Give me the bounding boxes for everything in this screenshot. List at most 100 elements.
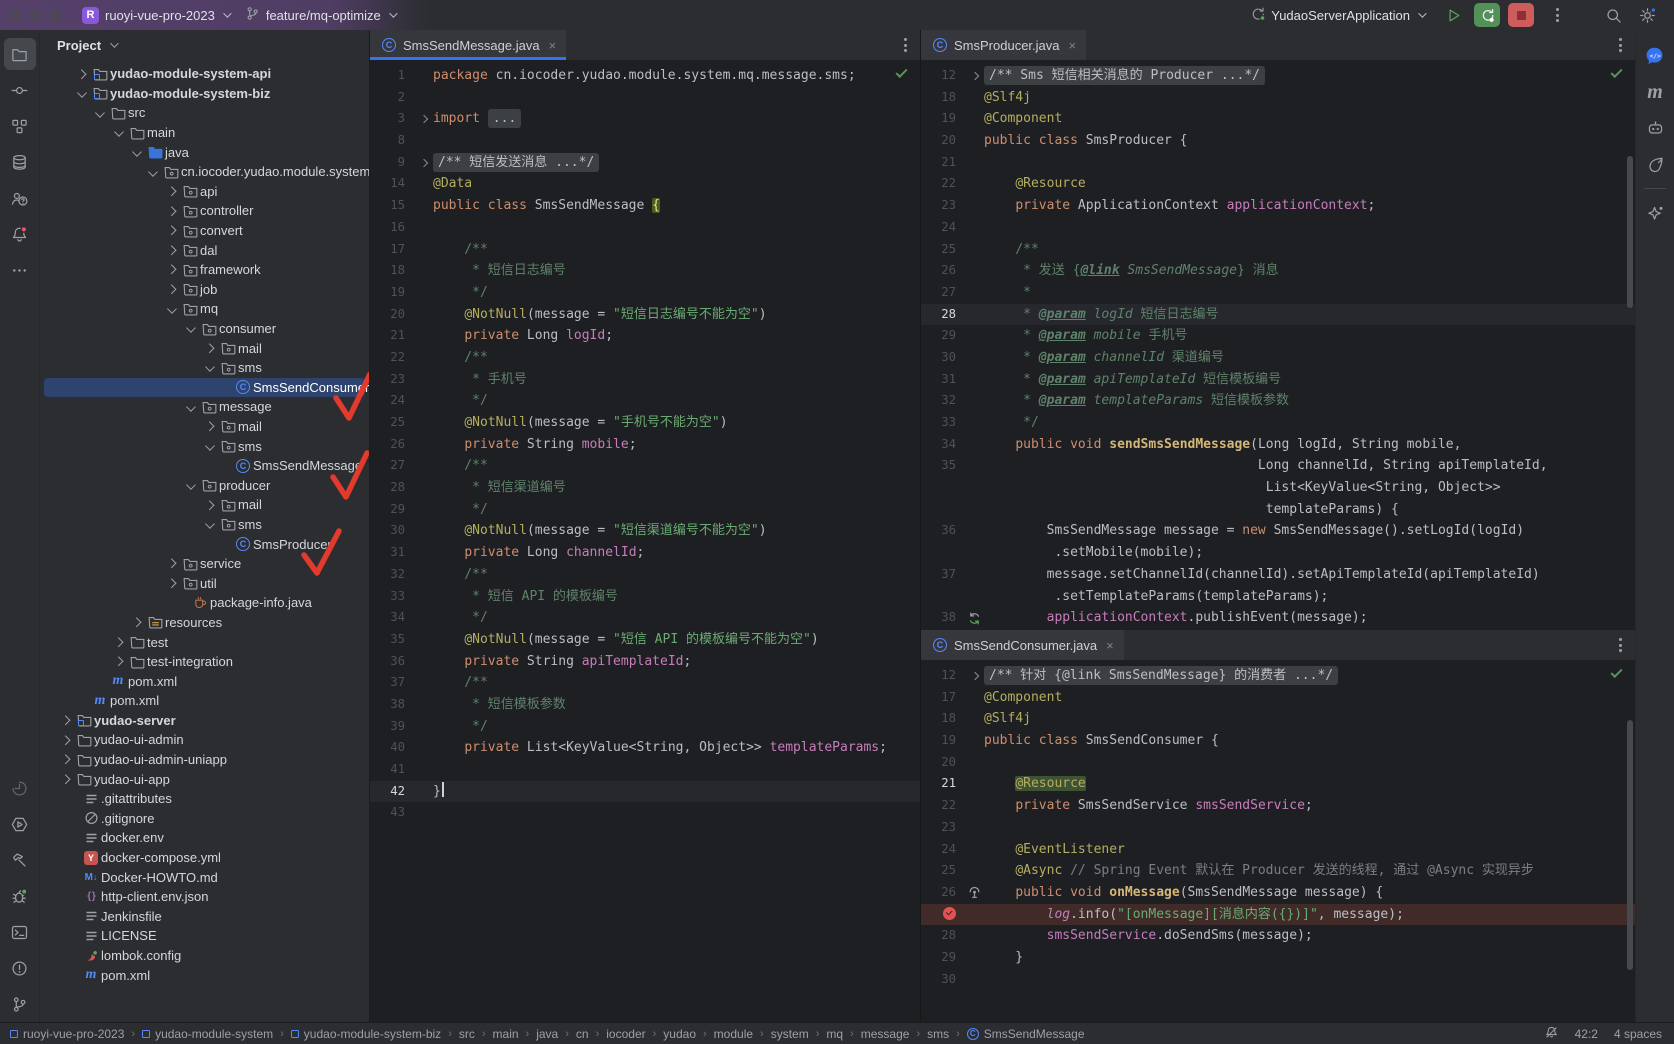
tree-item-smsproducer[interactable]: CSmsProducer — [40, 534, 369, 554]
code-line-12[interactable]: 12/** Sms 短信相关消息的 Producer ...*/ — [921, 65, 1635, 87]
code-line-wrap[interactable]: .setMobile(mobile); — [921, 542, 1635, 564]
commit-icon[interactable] — [4, 74, 36, 106]
code-line-33[interactable]: 33 */ — [921, 412, 1635, 434]
code-line-32[interactable]: 32 /** — [370, 564, 920, 586]
notifications-icon[interactable] — [4, 218, 36, 250]
fold-chevron-icon[interactable] — [414, 152, 433, 174]
code-line-36[interactable]: 36 private String apiTemplateId; — [370, 651, 920, 673]
tree-item-http-client-env-json[interactable]: { }http-client.env.json — [40, 887, 369, 907]
code-line-36[interactable]: 36 SmsSendMessage message = new SmsSendM… — [921, 520, 1635, 542]
code-line-26[interactable]: 26 public void onMessage(SmsSendMessage … — [921, 882, 1635, 904]
breadcrumb-ruoyi-vue-pro-2023[interactable]: ruoyi-vue-pro-2023 — [10, 1027, 124, 1041]
folded-region[interactable]: /** Sms 短信相关消息的 Producer ...*/ — [984, 66, 1265, 85]
tree-item-sms[interactable]: sms — [40, 515, 369, 535]
code-line-35[interactable]: 35 @NotNull(message = "短信 API 的模板编号不能为空"… — [370, 629, 920, 651]
code-line-1[interactable]: 1package cn.iocoder.yudao.module.system.… — [370, 65, 920, 87]
tree-item-package-info-java[interactable]: package-info.java — [40, 593, 369, 613]
chevron-closed-icon[interactable] — [163, 188, 180, 195]
chevron-closed-icon[interactable] — [57, 717, 74, 724]
inspections-ok-icon[interactable] — [1611, 669, 1622, 675]
more-actions-button[interactable] — [1542, 8, 1572, 22]
code-line-38[interactable]: 38 applicationContext.publishEvent(messa… — [921, 607, 1635, 629]
code-line-42[interactable]: 42} — [370, 781, 920, 803]
code-line-30[interactable]: 30 — [921, 969, 1635, 991]
chevron-open-icon[interactable] — [128, 149, 145, 156]
tree-item-api[interactable]: api — [40, 182, 369, 202]
chevron-closed-icon[interactable] — [163, 208, 180, 215]
tree-item-yudao-ui-admin[interactable]: yudao-ui-admin — [40, 730, 369, 750]
tab-smssendmessage[interactable]: C SmsSendMessage.java × — [370, 30, 566, 60]
tree-item-yudao-ui-app[interactable]: yudao-ui-app — [40, 769, 369, 789]
tab-smsproducer[interactable]: C SmsProducer.java × — [921, 30, 1086, 60]
tree-item-yudao-ui-admin-uniapp[interactable]: yudao-ui-admin-uniapp — [40, 750, 369, 770]
chevron-closed-icon[interactable] — [163, 247, 180, 254]
tree-item-sms[interactable]: sms — [40, 436, 369, 456]
breadcrumb-module[interactable]: module — [714, 1027, 753, 1041]
code-line-24[interactable]: 24 @EventListener — [921, 839, 1635, 861]
breadcrumb-yudao[interactable]: yudao — [663, 1027, 696, 1041]
editor-smssendconsumer[interactable]: 12/** 针对 {@link SmsSendMessage} 的消费者 ...… — [921, 660, 1635, 1022]
code-line-12[interactable]: 12/** 针对 {@link SmsSendMessage} 的消费者 ...… — [921, 665, 1635, 687]
scrollbar-thumb[interactable] — [1627, 720, 1633, 970]
chevron-closed-icon[interactable] — [110, 658, 127, 665]
code-line-26[interactable]: 26 private String mobile; — [370, 434, 920, 456]
tree-item-src[interactable]: src — [40, 103, 369, 123]
chevron-open-icon[interactable] — [182, 482, 199, 489]
code-line-27[interactable]: log.info("[onMessage][消息内容({})]", messag… — [921, 904, 1635, 926]
code-line-20[interactable]: 20 @NotNull(message = "短信日志编号不能为空") — [370, 304, 920, 326]
bot-icon[interactable] — [1639, 112, 1671, 144]
tree-item-message[interactable]: message — [40, 397, 369, 417]
code-line-wrap[interactable]: List<KeyValue<String, Object>> — [921, 477, 1635, 499]
tree-item-consumer[interactable]: consumer — [40, 319, 369, 339]
chevron-closed-icon[interactable] — [163, 266, 180, 273]
tree-item-docker-compose-yml[interactable]: Ydocker-compose.yml — [40, 848, 369, 868]
code-line-25[interactable]: 25 @Async // Spring Event 默认在 Producer 发… — [921, 860, 1635, 882]
scrollbar-thumb[interactable] — [1627, 156, 1633, 308]
close-tab-icon[interactable]: × — [1069, 38, 1077, 53]
project-widget[interactable]: R ruoyi-vue-pro-2023 — [74, 4, 237, 27]
chevron-open-icon[interactable] — [91, 110, 108, 117]
code-line-14[interactable]: 14@Data — [370, 173, 920, 195]
code-line-30[interactable]: 30 @NotNull(message = "短信渠道编号不能为空") — [370, 520, 920, 542]
code-line-28[interactable]: 28 * @param logId 短信日志编号 — [921, 304, 1635, 326]
tree-item-yudao-module-system-biz[interactable]: yudao-module-system-biz — [40, 84, 369, 104]
tree-item-smssendmessage[interactable]: CSmsSendMessage — [40, 456, 369, 476]
chevron-open-icon[interactable] — [182, 404, 199, 411]
code-line-18[interactable]: 18@Slf4j — [921, 708, 1635, 730]
breadcrumb-cn[interactable]: cn — [576, 1027, 589, 1041]
code-line-23[interactable]: 23 * 手机号 — [370, 369, 920, 391]
folded-region[interactable]: /** 短信发送消息 ...*/ — [433, 153, 599, 172]
chevron-closed-icon[interactable] — [201, 502, 218, 509]
breadcrumb-yudao-module-system-biz[interactable]: yudao-module-system-biz — [291, 1027, 441, 1041]
chevron-open-icon[interactable] — [201, 521, 218, 528]
indent-info[interactable]: 4 spaces — [1614, 1027, 1662, 1041]
code-line-wrap[interactable]: .setTemplateParams(templateParams); — [921, 586, 1635, 608]
close-tab-icon[interactable]: × — [549, 38, 557, 53]
code-line-27[interactable]: 27 * — [921, 282, 1635, 304]
chevron-closed-icon[interactable] — [57, 756, 74, 763]
tree-item-test-integration[interactable]: test-integration — [40, 652, 369, 672]
code-line-2[interactable]: 2 — [370, 87, 920, 109]
settings-button[interactable] — [1634, 3, 1660, 27]
chevron-closed-icon[interactable] — [163, 286, 180, 293]
breadcrumb-src[interactable]: src — [459, 1027, 475, 1041]
code-line-31[interactable]: 31 private Long channelId; — [370, 542, 920, 564]
code-line-35[interactable]: 35 Long channelId, String apiTemplateId, — [921, 455, 1635, 477]
editor-smssendmessage[interactable]: 1package cn.iocoder.yudao.module.system.… — [370, 60, 920, 1022]
ai-chat-icon[interactable]: </> — [1639, 40, 1671, 72]
code-line-41[interactable]: 41 — [370, 759, 920, 781]
chevron-open-icon[interactable] — [163, 306, 180, 313]
tree-item-framework[interactable]: framework — [40, 260, 369, 280]
breadcrumb-smssendmessage[interactable]: CSmsSendMessage — [967, 1027, 1085, 1041]
build-icon[interactable] — [4, 844, 36, 876]
code-line-25[interactable]: 25 @NotNull(message = "手机号不能为空") — [370, 412, 920, 434]
code-line-23[interactable]: 23 private ApplicationContext applicatio… — [921, 195, 1635, 217]
services-icon[interactable] — [4, 808, 36, 840]
code-line-21[interactable]: 21 private Long logId; — [370, 325, 920, 347]
breadcrumb-iocoder[interactable]: iocoder — [606, 1027, 645, 1041]
tree-item-jenkinsfile[interactable]: Jenkinsfile — [40, 907, 369, 927]
folded-region[interactable]: /** 针对 {@link SmsSendMessage} 的消费者 ...*/ — [984, 666, 1338, 685]
code-line-20[interactable]: 20public class SmsProducer { — [921, 130, 1635, 152]
breadcrumb-system[interactable]: system — [771, 1027, 809, 1041]
tree-item-mail[interactable]: mail — [40, 495, 369, 515]
